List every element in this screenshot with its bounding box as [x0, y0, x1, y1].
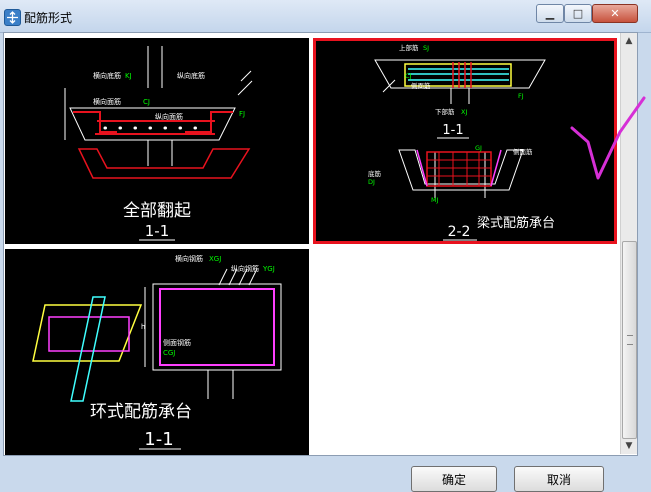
grip-icon — [627, 335, 633, 345]
svg-text:横向钢筋: 横向钢筋 — [175, 254, 203, 263]
svg-text:YGJ: YGJ — [262, 265, 275, 273]
svg-text:侧面筋: 侧面筋 — [513, 147, 533, 156]
svg-text:CJ: CJ — [405, 72, 412, 80]
scroll-up-icon[interactable]: ▲ — [621, 33, 637, 49]
svg-text:XGJ: XGJ — [209, 255, 221, 263]
svg-text:CJ: CJ — [143, 98, 150, 106]
window-title: 配筋形式 — [24, 11, 73, 25]
svg-text:FJ: FJ — [518, 92, 524, 100]
svg-text:KJ: KJ — [125, 72, 132, 80]
svg-text:梁式配筋承台: 梁式配筋承台 — [477, 215, 555, 231]
svg-text:GJ: GJ — [475, 144, 482, 152]
app-icon — [4, 9, 21, 26]
svg-text:1-1: 1-1 — [144, 429, 173, 450]
svg-text:纵向底筋: 纵向底筋 — [177, 71, 205, 80]
svg-text:1-1: 1-1 — [442, 123, 463, 138]
svg-text:横向面筋: 横向面筋 — [93, 97, 121, 106]
close-button[interactable]: ✕ — [592, 4, 638, 23]
svg-text:纵向钢筋: 纵向钢筋 — [231, 264, 259, 273]
maximize-button[interactable]: □ — [564, 4, 592, 23]
svg-text:XJ: XJ — [461, 108, 467, 116]
ok-button[interactable]: 确定 — [411, 466, 497, 492]
scrollbar-thumb[interactable] — [622, 241, 637, 439]
svg-text:底筋: 底筋 — [368, 169, 382, 178]
svg-text:纵向面筋: 纵向面筋 — [155, 112, 183, 121]
cancel-button[interactable]: 取消 — [514, 466, 604, 492]
svg-text:横向底筋: 横向底筋 — [93, 71, 121, 80]
svg-text:h: h — [141, 323, 145, 331]
svg-text:侧面钢筋: 侧面钢筋 — [163, 338, 191, 347]
svg-text:2-2: 2-2 — [448, 224, 471, 240]
svg-text:FJ: FJ — [239, 110, 245, 118]
scroll-down-icon[interactable]: ▼ — [621, 438, 637, 454]
svg-text:环式配筋承台: 环式配筋承台 — [90, 402, 192, 422]
svg-text:1-1: 1-1 — [145, 222, 170, 240]
option-ring-cap[interactable]: 横向钢筋 XGJ 纵向钢筋 YGJ h 侧面钢筋 CGJ 环式配筋承台 1-1 — [5, 249, 309, 455]
svg-text:上部筋: 上部筋 — [399, 43, 419, 52]
svg-text:SJ: SJ — [423, 44, 429, 52]
title-bar: 配筋形式 ▁ □ ✕ — [0, 0, 651, 33]
svg-text:MJ: MJ — [431, 196, 439, 204]
svg-text:CGJ: CGJ — [163, 349, 175, 357]
svg-text:下部筋: 下部筋 — [435, 107, 455, 116]
option-beam-cap[interactable]: 上部筋 SJ 侧面筋 CJ 下部筋 XJ FJ GJ 底筋 DJ 侧面筋 MJ … — [313, 38, 617, 244]
svg-text:侧面筋: 侧面筋 — [411, 81, 431, 90]
option-full-flip[interactable]: 横向底筋 KJ 纵向底筋 横向面筋 CJ 纵向面筋 FJ 全部翻起 1-1 — [5, 38, 309, 244]
svg-text:DJ: DJ — [368, 178, 375, 186]
minimize-button[interactable]: ▁ — [536, 4, 564, 23]
svg-text:全部翻起: 全部翻起 — [123, 201, 191, 221]
vertical-scrollbar[interactable]: ▲ ▼ — [620, 33, 637, 454]
